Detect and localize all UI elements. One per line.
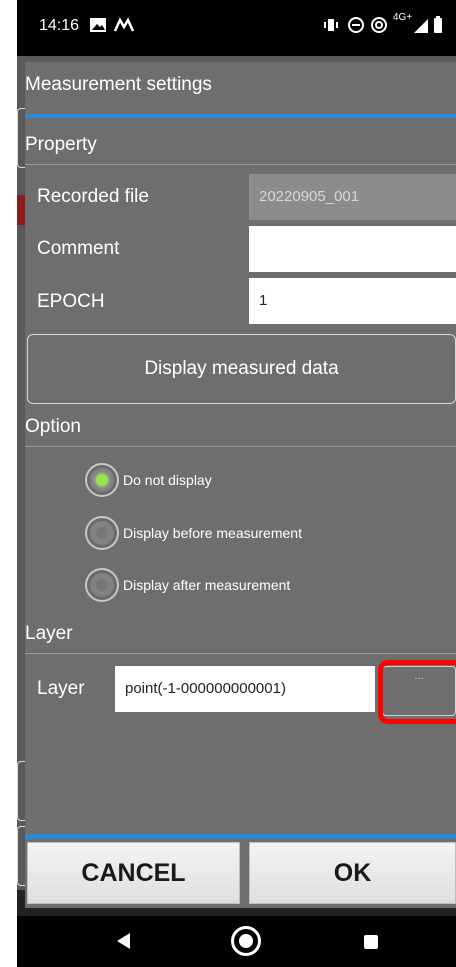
signal-icon xyxy=(414,19,428,33)
recorded-file-field: 20220905_001 xyxy=(249,174,456,220)
title-divider xyxy=(25,114,456,118)
radio-label: Do not display xyxy=(123,472,212,488)
layer-label: Layer xyxy=(37,678,85,699)
radio-button[interactable] xyxy=(85,568,119,602)
status-bar: 14:16 4G+ xyxy=(17,0,456,56)
measurement-settings-dialog: Measurement settings Property Recorded f… xyxy=(25,62,456,908)
section-divider xyxy=(25,446,456,447)
footer-divider xyxy=(25,834,456,839)
dialog-title: Measurement settings xyxy=(25,74,212,95)
dnd-icon xyxy=(348,17,364,33)
network-type: 4G+ xyxy=(393,12,413,23)
section-divider xyxy=(25,164,456,165)
home-icon[interactable] xyxy=(231,926,261,956)
vibrate-icon xyxy=(324,19,338,31)
highlight-box xyxy=(378,660,456,724)
property-section-label: Property xyxy=(25,134,97,155)
layer-field[interactable]: point(-1-000000000001) xyxy=(115,666,375,712)
radio-button[interactable] xyxy=(85,516,119,550)
layer-section-label: Layer xyxy=(25,623,73,644)
recorded-file-label: Recorded file xyxy=(37,186,149,207)
radio-do-not-display[interactable]: Do not display xyxy=(85,463,212,497)
radio-display-before[interactable]: Display before measurement xyxy=(85,516,302,550)
radio-label: Display after measurement xyxy=(123,577,291,593)
device-screen: 14:16 4G+ Measurement settings Property … xyxy=(17,0,456,967)
status-time: 14:16 xyxy=(39,17,80,34)
hotspot-icon xyxy=(371,17,387,33)
epoch-field[interactable]: 1 xyxy=(249,278,456,324)
battery-icon xyxy=(434,16,442,33)
recent-apps-icon[interactable] xyxy=(364,935,378,949)
comment-label: Comment xyxy=(37,238,120,259)
comment-field[interactable] xyxy=(249,226,456,272)
back-icon[interactable] xyxy=(117,933,130,949)
epoch-label: EPOCH xyxy=(37,291,105,312)
display-measured-data-button[interactable]: Display measured data xyxy=(27,334,456,404)
radio-display-after[interactable]: Display after measurement xyxy=(85,568,290,602)
gallery-icon xyxy=(90,18,106,32)
radio-label: Display before measurement xyxy=(123,525,302,541)
navigation-bar xyxy=(17,916,456,967)
ok-button[interactable]: OK xyxy=(249,842,456,904)
cancel-button[interactable]: CANCEL xyxy=(27,842,240,904)
option-section-label: Option xyxy=(25,416,81,437)
radio-button-selected[interactable] xyxy=(85,463,119,497)
section-divider xyxy=(25,653,456,654)
notification-icon xyxy=(113,17,135,32)
